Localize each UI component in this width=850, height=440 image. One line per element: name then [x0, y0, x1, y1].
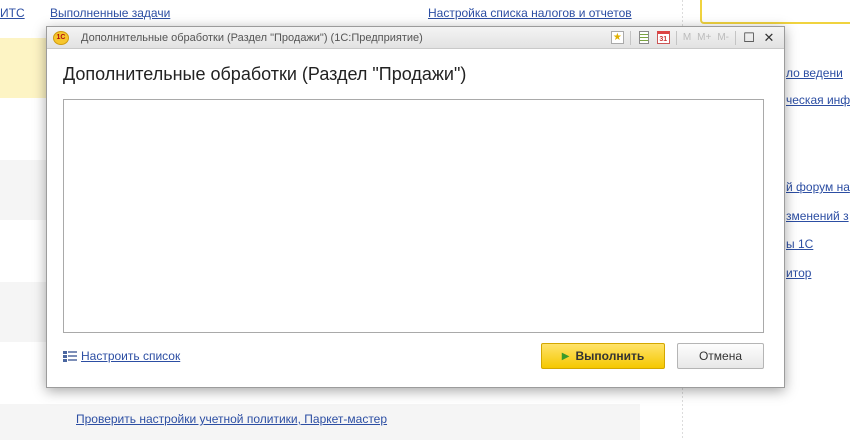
bg-link-tax-settings[interactable]: Настройка списка налогов и отчетов — [428, 6, 632, 20]
toolbar-separator — [675, 30, 677, 45]
run-button[interactable]: ▶ Выполнить — [541, 343, 665, 369]
bg-link-right-2[interactable]: ческая инф — [786, 93, 850, 107]
run-button-label: Выполнить — [575, 349, 645, 363]
window-title: Дополнительные обработки (Раздел "Продаж… — [81, 31, 423, 44]
memory-minus-button[interactable]: M- — [717, 32, 729, 43]
background-row — [0, 160, 46, 220]
toolbar-separator — [629, 30, 631, 45]
bg-link-right-1[interactable]: ло ведени — [786, 66, 843, 80]
dialog-titlebar[interactable]: 1С Дополнительные обработки (Раздел "Про… — [47, 27, 784, 49]
app-logo-icon: 1С — [53, 30, 69, 45]
play-icon: ▶ — [561, 350, 570, 362]
toolbar-separator — [735, 30, 736, 45]
maximize-icon[interactable]: ☐ — [742, 30, 756, 45]
calculator-icon — [638, 31, 649, 44]
additional-processing-dialog: 1С Дополнительные обработки (Раздел "Про… — [46, 26, 785, 388]
bg-link-check-accounting-policy[interactable]: Проверить настройки учетной политики, Па… — [76, 412, 387, 426]
cancel-button[interactable]: Отмена — [677, 343, 764, 369]
configure-list-link[interactable]: Настроить список — [63, 349, 180, 363]
background-yellow-panel — [700, 0, 850, 24]
list-settings-icon — [63, 350, 77, 363]
background-highlight — [0, 38, 48, 98]
configure-list-label[interactable]: Настроить список — [81, 349, 180, 363]
bg-link-right-6[interactable]: итор — [786, 266, 811, 280]
titlebar-toolbar: ★ 31 M M+ M- ☐ ✕ — [610, 30, 784, 45]
cancel-button-label: Отмена — [698, 349, 743, 363]
bg-link-its[interactable]: ИТС — [0, 6, 25, 20]
bg-link-completed-tasks[interactable]: Выполненные задачи — [50, 6, 170, 20]
calculator-icon-button[interactable] — [637, 31, 651, 45]
close-icon[interactable]: ✕ — [762, 30, 776, 45]
dialog-heading: Дополнительные обработки (Раздел "Продаж… — [63, 64, 467, 84]
bg-link-right-3[interactable]: й форум на — [786, 180, 850, 194]
favorites-star-icon[interactable]: ★ — [610, 31, 624, 44]
memory-m-button[interactable]: M — [683, 32, 691, 43]
bg-link-right-5[interactable]: ы 1С — [786, 237, 813, 251]
processing-list[interactable] — [63, 99, 764, 333]
bg-link-right-4[interactable]: зменений з — [786, 209, 849, 223]
memory-plus-button[interactable]: M+ — [697, 32, 711, 43]
background-row — [0, 282, 46, 342]
calendar-icon[interactable]: 31 — [656, 31, 670, 44]
